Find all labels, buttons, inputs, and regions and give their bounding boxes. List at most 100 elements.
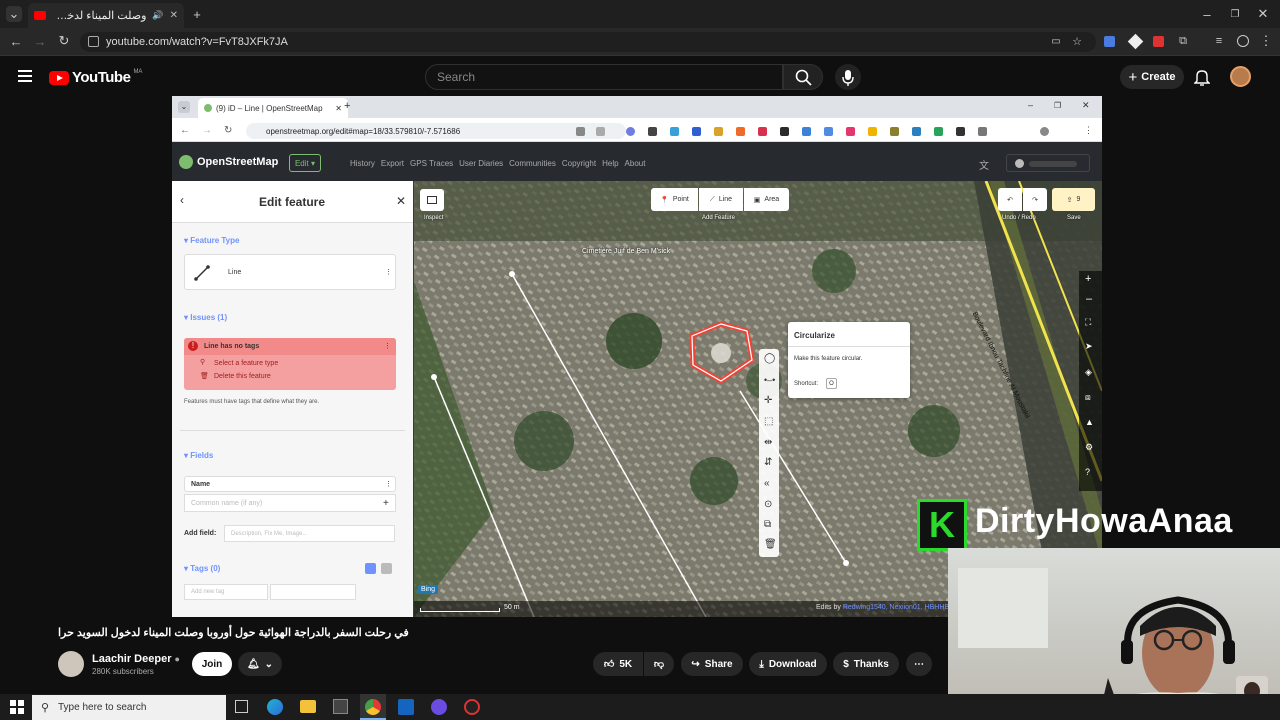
extensions-puzzle-icon[interactable]: ⧉	[1176, 35, 1190, 47]
app-icon-purple[interactable]	[431, 699, 447, 715]
edge-icon[interactable]	[267, 699, 283, 715]
like-button[interactable]: 👍︎ 5K	[593, 652, 643, 676]
chrome-taskbar-active[interactable]	[360, 694, 386, 720]
minimize-icon[interactable]: –	[1200, 7, 1214, 22]
youtube-search-input[interactable]: Search	[425, 64, 783, 90]
site-info-icon[interactable]	[88, 36, 99, 47]
ext-10-icon	[824, 127, 833, 136]
issues-heading: ▾ Issues (1)	[184, 313, 228, 322]
redo-button: ↷	[1023, 188, 1047, 211]
tooltip-description: Make this feature circular.	[794, 356, 863, 362]
extension-red-icon[interactable]	[1153, 36, 1164, 47]
undo-redo-label: Undo / Redo	[1002, 215, 1036, 221]
subscribe-bell-button[interactable]: 🔔︎ ⌄	[238, 652, 282, 676]
ext-6-icon	[736, 127, 745, 136]
inner-restore-icon: ❐	[1054, 101, 1062, 110]
restore-icon[interactable]: ❐	[1228, 7, 1242, 21]
forward-icon[interactable]: →	[33, 34, 47, 49]
close-window-icon[interactable]: ✕	[1256, 6, 1270, 21]
verified-icon: ●	[174, 654, 180, 664]
download-label: Download	[768, 658, 817, 670]
osm-language-icon: 文	[979, 161, 989, 172]
create-button[interactable]: + Create	[1120, 65, 1184, 89]
download-button[interactable]: ⤓ Download	[749, 652, 827, 676]
new-tag-value-input	[270, 584, 356, 600]
windows-start-icon[interactable]	[10, 700, 24, 714]
streamer-badge-letter: K	[929, 504, 955, 545]
tags-text-view-icon	[381, 563, 392, 574]
thanks-icon: $	[843, 658, 849, 670]
osm-edit-label: Edit	[294, 158, 309, 168]
thanks-button[interactable]: $ Thanks	[833, 652, 899, 676]
taskbar-search[interactable]: ⚲ Type here to search	[32, 695, 226, 720]
profile-icon[interactable]	[1237, 35, 1249, 47]
scale-label: 50 m	[504, 604, 520, 611]
youtube-logo[interactable]: YouTube MA	[49, 69, 142, 86]
osm-nav-user-diaries: User Diaries	[459, 159, 504, 168]
cast-icon[interactable]: ▭	[1050, 35, 1062, 47]
inner-url-field: openstreetmap.org/edit#map=18/33.579810/…	[246, 123, 626, 139]
more-actions-button[interactable]: ⋯	[906, 652, 932, 676]
tab-search-icon[interactable]: ⌄	[6, 6, 22, 22]
ext-11-icon	[846, 127, 855, 136]
dislike-button[interactable]: 👎︎	[644, 652, 674, 676]
youtube-favicon-icon	[34, 11, 46, 20]
ext-17-icon	[978, 127, 987, 136]
osm-nav-about: About	[624, 159, 646, 168]
tags-list-view-icon	[365, 563, 376, 574]
ext-2-icon	[648, 127, 657, 136]
bell-icon: 🔔︎	[246, 658, 260, 670]
ext-3-icon	[670, 127, 679, 136]
ext-13-icon	[890, 127, 899, 136]
zoom-out-icon: –	[1086, 293, 1093, 305]
back-icon[interactable]: ←	[9, 34, 23, 49]
media-control-icon[interactable]: ≡	[1212, 35, 1226, 47]
speaker-icon[interactable]: 🔊	[152, 10, 163, 21]
share-button[interactable]: ↪ Share	[681, 652, 743, 676]
save-count: 9	[1076, 196, 1081, 203]
join-button[interactable]: Join	[192, 652, 232, 676]
channel-name[interactable]: Laachir Deeper ●	[92, 653, 180, 665]
bookmark-star-icon[interactable]: ☆	[1071, 35, 1083, 48]
undo-icon: ↶	[1007, 196, 1013, 204]
streamer-badge: K	[917, 499, 967, 551]
youtube-search-button[interactable]	[783, 64, 823, 90]
new-tab-icon[interactable]: +	[190, 7, 204, 22]
channel-name-text: Laachir Deeper	[92, 653, 172, 665]
name-more-icon: ⋮	[385, 481, 392, 488]
reload-icon[interactable]: ↻	[57, 33, 71, 48]
extension-translate-icon[interactable]	[1104, 36, 1115, 47]
reflect-short-icon: ⇵	[764, 457, 773, 468]
channel-avatar[interactable]	[58, 651, 84, 677]
ext-12-icon	[868, 127, 877, 136]
notifications-bell-icon[interactable]	[1194, 68, 1210, 86]
straighten-icon: •–•	[764, 375, 776, 385]
browser-tab[interactable]: وصلت الميناء لدخول السويد 🔊 ✕	[28, 3, 184, 28]
share-label: Share	[704, 658, 733, 670]
tab-close-icon[interactable]: ✕	[170, 10, 178, 21]
reverse-icon: «	[764, 478, 770, 489]
obs-icon[interactable]	[464, 699, 480, 715]
osm-user-menu	[1006, 154, 1090, 172]
file-explorer-icon[interactable]	[300, 700, 316, 713]
inspect-label: Inspect	[424, 215, 444, 221]
url-field[interactable]: youtube.com/watch?v=FvT8JXFk7JA	[80, 32, 1096, 52]
store-icon[interactable]	[333, 699, 348, 714]
add-field-placeholder: Description, Fix Me, Image...	[231, 530, 308, 537]
add-area-button: ▣ Area	[744, 188, 789, 211]
way-vertex	[843, 560, 849, 566]
browser-menu-icon[interactable]: ⋮	[1260, 33, 1273, 48]
account-avatar[interactable]	[1230, 66, 1251, 87]
hamburger-menu-icon[interactable]	[18, 70, 32, 82]
area-icon: ▣	[753, 196, 761, 204]
task-view-icon[interactable]	[235, 700, 248, 713]
name-label: Name	[191, 481, 211, 488]
thumbs-down-icon: 👎︎	[653, 659, 665, 670]
add-line-button: ⟋ Line	[699, 188, 743, 211]
voice-search-button[interactable]	[835, 64, 861, 90]
taskbar-search-icon: ⚲	[41, 702, 50, 714]
inner-tab-search-icon: ⌄	[178, 101, 190, 113]
issue-more-icon: ⋮	[384, 343, 391, 350]
outlook-icon[interactable]	[398, 699, 414, 715]
inner-new-tab-icon: +	[344, 100, 351, 112]
